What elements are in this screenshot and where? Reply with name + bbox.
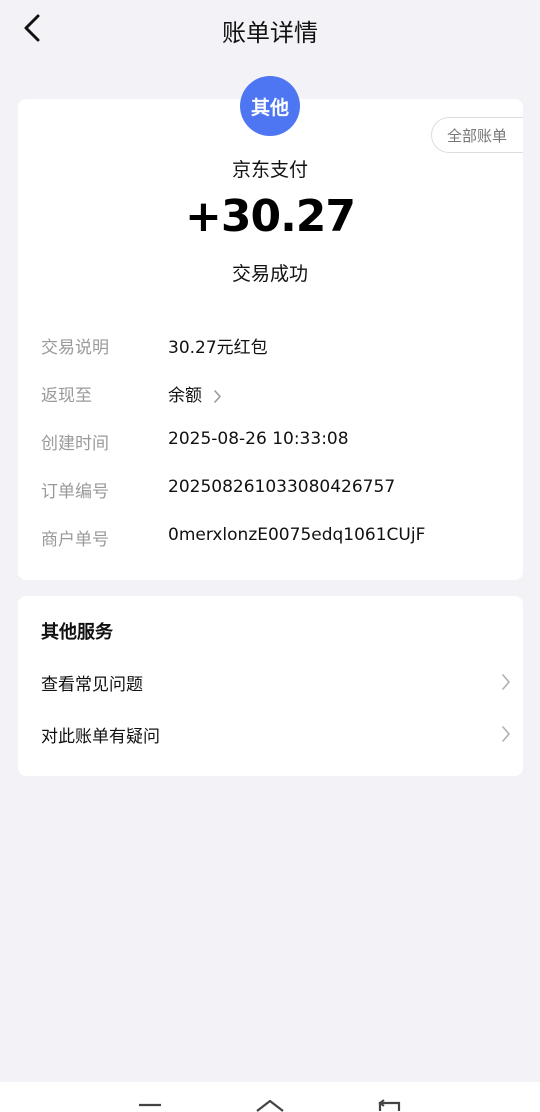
detail-value: 30.27元红包	[168, 338, 268, 358]
detail-label: 返现至	[41, 386, 92, 406]
detail-value: 余额	[168, 386, 202, 406]
category-badge-icon: 其他	[240, 76, 300, 136]
page-title: 账单详情	[222, 19, 318, 47]
detail-label: 交易说明	[41, 338, 109, 358]
detail-row-order-number: 订单编号 202508261033080426757	[41, 477, 511, 505]
header-bar: 账单详情	[0, 0, 540, 56]
chevron-right-icon	[214, 389, 222, 403]
detail-row-cashback[interactable]: 返现至 余额	[41, 381, 511, 409]
detail-row-merchant-number: 商户单号 0merxlonzE0075edq1061CUjF	[41, 525, 511, 553]
home-icon[interactable]	[255, 1098, 285, 1112]
detail-label: 创建时间	[41, 434, 109, 454]
detail-row-created-time: 创建时间 2025-08-26 10:33:08	[41, 429, 511, 457]
system-nav-bar	[0, 1082, 540, 1112]
menu-icon[interactable]	[138, 1100, 162, 1112]
detail-value-link[interactable]: 余额	[168, 381, 222, 406]
service-item-faq[interactable]: 查看常见问题	[41, 665, 511, 699]
detail-value: 202508261033080426757	[168, 477, 396, 497]
detail-row-description: 交易说明 30.27元红包	[41, 333, 511, 361]
chevron-right-icon	[502, 726, 510, 742]
merchant-name: 京东支付	[231, 159, 308, 181]
detail-value: 0merxlonzE0075edq1061CUjF	[168, 525, 426, 545]
detail-value: 2025-08-26 10:33:08	[168, 429, 349, 449]
chevron-right-icon	[502, 674, 510, 690]
transaction-status: 交易成功	[231, 263, 308, 285]
service-item-label: 对此账单有疑问	[41, 727, 160, 747]
detail-label: 订单编号	[41, 482, 109, 502]
amount: +30.27	[184, 191, 356, 242]
return-icon[interactable]	[377, 1099, 403, 1112]
service-item-label: 查看常见问题	[41, 675, 143, 695]
other-services-card: 其他服务 查看常见问题 对此账单有疑问	[18, 596, 523, 776]
service-item-dispute[interactable]: 对此账单有疑问	[41, 717, 511, 751]
services-title: 其他服务	[41, 622, 113, 643]
detail-label: 商户单号	[41, 530, 109, 550]
all-bills-button[interactable]: 全部账单	[431, 117, 523, 153]
